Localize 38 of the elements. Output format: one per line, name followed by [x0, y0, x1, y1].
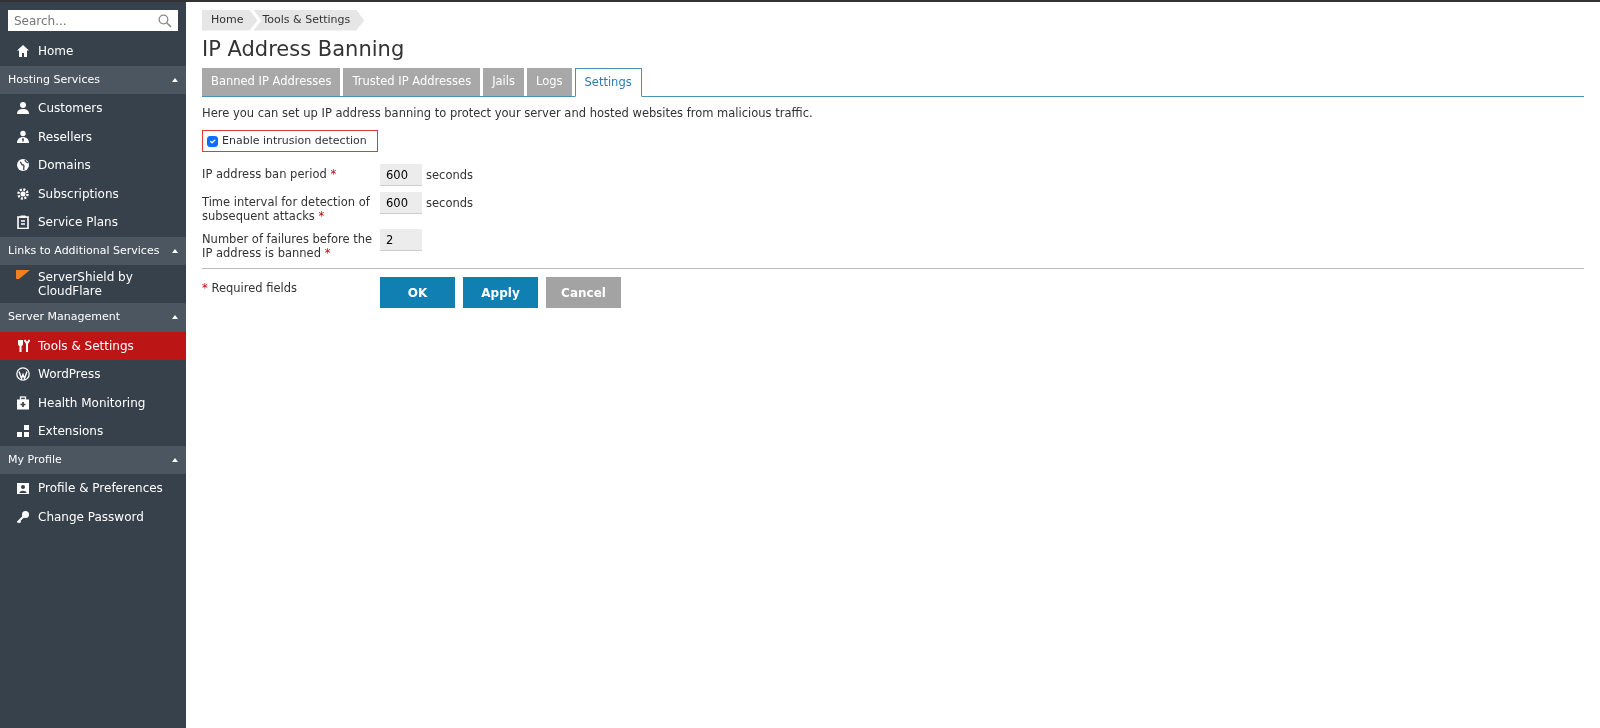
section-title: Links to Additional Services	[8, 242, 160, 259]
checkbox-label[interactable]: Enable intrusion detection	[222, 132, 367, 150]
sidebar-item[interactable]: Tools & Settings	[0, 331, 186, 360]
tab[interactable]: Settings	[574, 67, 642, 97]
sidebar-item[interactable]: Resellers	[0, 122, 186, 151]
action-button[interactable]: Apply	[463, 277, 538, 309]
field-label: IP address ban period *	[202, 166, 338, 182]
sidebar-item[interactable]: WordPress	[0, 360, 186, 389]
required-fields-note: * Required fields	[202, 280, 299, 296]
sidebar-section-header[interactable]: Hosting Services	[0, 65, 186, 94]
field-label: Number of failures before the IP address is banned *	[202, 231, 374, 261]
sidebar-item[interactable]: Profile & Preferences	[0, 474, 186, 503]
unit-label: seconds	[426, 195, 473, 213]
sidebar-section-header[interactable]: Server Management	[0, 303, 186, 332]
sidebar-item[interactable]: Service Plans	[0, 208, 186, 237]
input-field[interactable]: 600	[380, 192, 422, 215]
section-title: Server Management	[8, 309, 121, 325]
breadcrumb-link[interactable]: Tools & Settings	[253, 10, 365, 31]
sidebar-item[interactable]: ServerShield by CloudFlare	[0, 265, 186, 303]
section-title: Hosting Services	[8, 71, 100, 88]
description-text: Here you can set up IP address banning to protect your server and hosted websites from malicious traffic.	[202, 104, 814, 122]
sidebar-item[interactable]: Health Monitoring	[0, 388, 186, 417]
sidebar-section-header[interactable]: My Profile	[0, 445, 186, 474]
sidebar-item[interactable]: Extensions	[0, 417, 186, 446]
breadcrumb-link[interactable]: Home	[202, 10, 258, 31]
unit-label: seconds	[426, 167, 473, 185]
section-title: My Profile	[8, 451, 62, 468]
input-field[interactable]: 600	[380, 164, 422, 187]
page-title: IP Address Banning	[202, 36, 406, 62]
input-field[interactable]: 2	[380, 229, 422, 252]
sidebar-item[interactable]: Domains	[0, 151, 186, 180]
sidebar-item[interactable]: Change Password	[0, 502, 186, 531]
field-label: Time interval for detection of subsequent attacks *	[202, 194, 371, 224]
sidebar-item[interactable]: Customers	[0, 94, 186, 123]
action-button[interactable]: OK	[380, 277, 455, 309]
sidebar-section-header[interactable]: Links to Additional Services	[0, 236, 186, 265]
sidebar-item[interactable]: Subscriptions	[0, 179, 186, 208]
sidebar-item[interactable]: Home	[0, 37, 186, 66]
